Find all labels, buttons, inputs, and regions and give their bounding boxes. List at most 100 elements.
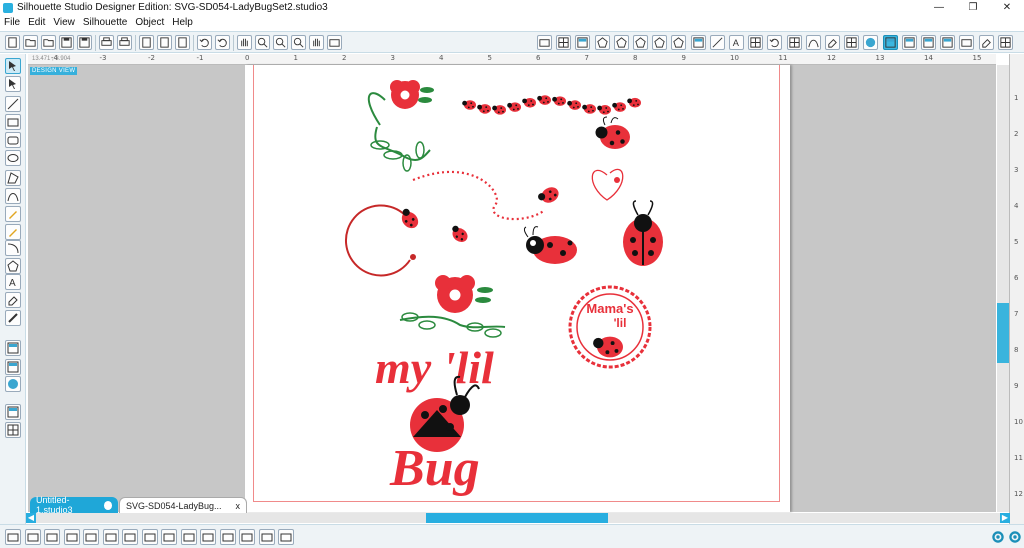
subtract-button[interactable]	[141, 529, 158, 545]
redo-button[interactable]	[215, 35, 230, 50]
menu-edit[interactable]: Edit	[24, 17, 49, 28]
ruler-button[interactable]	[997, 35, 1013, 50]
text-style-button[interactable]: A	[729, 35, 744, 50]
bring-front-button[interactable]	[180, 529, 197, 545]
deselect-button[interactable]	[24, 529, 41, 545]
vertical-scroll-thumb[interactable]	[997, 303, 1009, 363]
vertical-scrollbar[interactable]	[997, 65, 1009, 512]
tab-close-icon[interactable]: x	[236, 501, 241, 511]
menu-view[interactable]: View	[49, 17, 79, 28]
save-as-button[interactable]	[77, 35, 92, 50]
curve-tool[interactable]	[5, 188, 21, 204]
zoom-in-button[interactable]	[255, 35, 270, 50]
cut-button[interactable]	[139, 35, 154, 50]
ladybug-small-art[interactable]	[595, 116, 631, 149]
copy-button[interactable]	[157, 35, 172, 50]
knife-tool[interactable]	[5, 310, 21, 326]
open-recent-button[interactable]	[41, 35, 56, 50]
help-button[interactable]	[1007, 529, 1023, 545]
circle-frame-art[interactable]	[345, 204, 471, 277]
fit-page-button[interactable]	[327, 35, 342, 50]
text-tool[interactable]: A	[5, 274, 21, 290]
settings-button[interactable]	[990, 529, 1006, 545]
line-style-button[interactable]	[671, 35, 687, 50]
scroll-right-arrow-icon[interactable]: ▶	[1000, 513, 1010, 523]
ladybug-large-art[interactable]	[623, 200, 663, 266]
weld-button[interactable]	[122, 529, 138, 545]
align-button[interactable]	[748, 35, 764, 50]
fill-pattern-button[interactable]	[633, 35, 648, 50]
tab-ladybug-set[interactable]: SVG-SD054-LadyBug... x	[119, 497, 247, 513]
design-page[interactable]: Mama's 'lil my 'lil Bug	[245, 65, 790, 512]
offset-button[interactable]	[805, 35, 821, 50]
replicate-button[interactable]	[239, 529, 255, 545]
horizontal-scroll-thumb[interactable]	[426, 513, 608, 523]
send-button[interactable]	[117, 35, 132, 50]
minimize-button[interactable]: —	[922, 0, 956, 15]
send-panel-button[interactable]	[940, 35, 956, 50]
pan-button[interactable]	[237, 35, 252, 50]
library-view-button[interactable]	[901, 35, 917, 50]
horizontal-scrollbar[interactable]: ◀ ▶	[26, 513, 1010, 523]
layers-tool[interactable]	[5, 422, 21, 438]
line-weight-button[interactable]	[709, 35, 725, 50]
select-all-button[interactable]	[5, 529, 21, 545]
grid-button[interactable]	[556, 35, 572, 50]
fill-color-button[interactable]	[594, 35, 610, 50]
design-view-button[interactable]	[882, 35, 898, 50]
ladybug-side-art[interactable]	[523, 226, 577, 264]
scratch-button[interactable]	[978, 35, 994, 50]
flower-branch-art[interactable]	[399, 275, 506, 338]
menu-object[interactable]: Object	[131, 17, 168, 28]
menu-help[interactable]: Help	[168, 17, 197, 28]
close-button[interactable]: ✕	[990, 0, 1024, 15]
scroll-left-arrow-icon[interactable]: ◀	[26, 513, 36, 523]
undo-button[interactable]	[197, 35, 212, 50]
lock-button[interactable]	[278, 529, 294, 545]
ladybug-row-art[interactable]	[462, 95, 641, 115]
send-back-button[interactable]	[200, 529, 216, 545]
design-store-button[interactable]	[863, 35, 879, 50]
zoom-box-button[interactable]	[291, 35, 306, 50]
flower-vine-art[interactable]	[367, 80, 434, 172]
trace-button[interactable]	[825, 35, 840, 50]
settings-button[interactable]	[959, 35, 975, 50]
save-button[interactable]	[59, 35, 74, 50]
heart-art[interactable]	[591, 168, 624, 201]
replicate-button[interactable]	[786, 35, 802, 50]
library-tool[interactable]	[5, 359, 21, 375]
menu-silhouette[interactable]: Silhouette	[79, 17, 131, 28]
menu-file[interactable]: File	[0, 17, 24, 28]
ungroup-button[interactable]	[63, 529, 80, 545]
print-button[interactable]	[99, 35, 114, 50]
regular-polygon-tool[interactable]	[5, 258, 21, 274]
open-button[interactable]	[23, 35, 38, 50]
ellipse-tool[interactable]	[5, 150, 21, 166]
release-compound-button[interactable]	[102, 529, 119, 545]
line-tool[interactable]	[5, 96, 21, 112]
new-document-button[interactable]	[5, 35, 20, 50]
store-tool[interactable]	[5, 376, 21, 392]
page-setup-tool[interactable]	[5, 340, 21, 356]
nest-button[interactable]	[258, 529, 275, 545]
compound-button[interactable]	[83, 529, 99, 545]
zoom-out-button[interactable]	[273, 35, 288, 50]
design-panel-tool[interactable]	[5, 404, 21, 420]
polygon-tool[interactable]	[5, 170, 21, 186]
smooth-freehand-tool[interactable]	[5, 224, 21, 240]
mamas-lil-badge-art[interactable]: Mama's 'lil	[568, 285, 652, 369]
paste-button[interactable]	[175, 35, 190, 50]
dotted-trail-art[interactable]	[412, 170, 562, 221]
library-button[interactable]	[690, 35, 706, 50]
restore-button[interactable]: ❐	[956, 0, 990, 15]
rounded-rectangle-tool[interactable]	[5, 132, 21, 148]
transform-button[interactable]	[767, 35, 783, 50]
line-color-button[interactable]	[652, 35, 668, 50]
freehand-tool[interactable]	[5, 206, 21, 222]
tab-untitled-1[interactable]: Untitled-1.studio3	[30, 495, 118, 515]
cut-settings-button[interactable]	[575, 35, 591, 50]
cut-view-button[interactable]	[921, 35, 936, 50]
select-tool[interactable]	[5, 58, 21, 74]
eraser-tool[interactable]	[5, 292, 21, 308]
arc-tool[interactable]	[5, 240, 21, 256]
